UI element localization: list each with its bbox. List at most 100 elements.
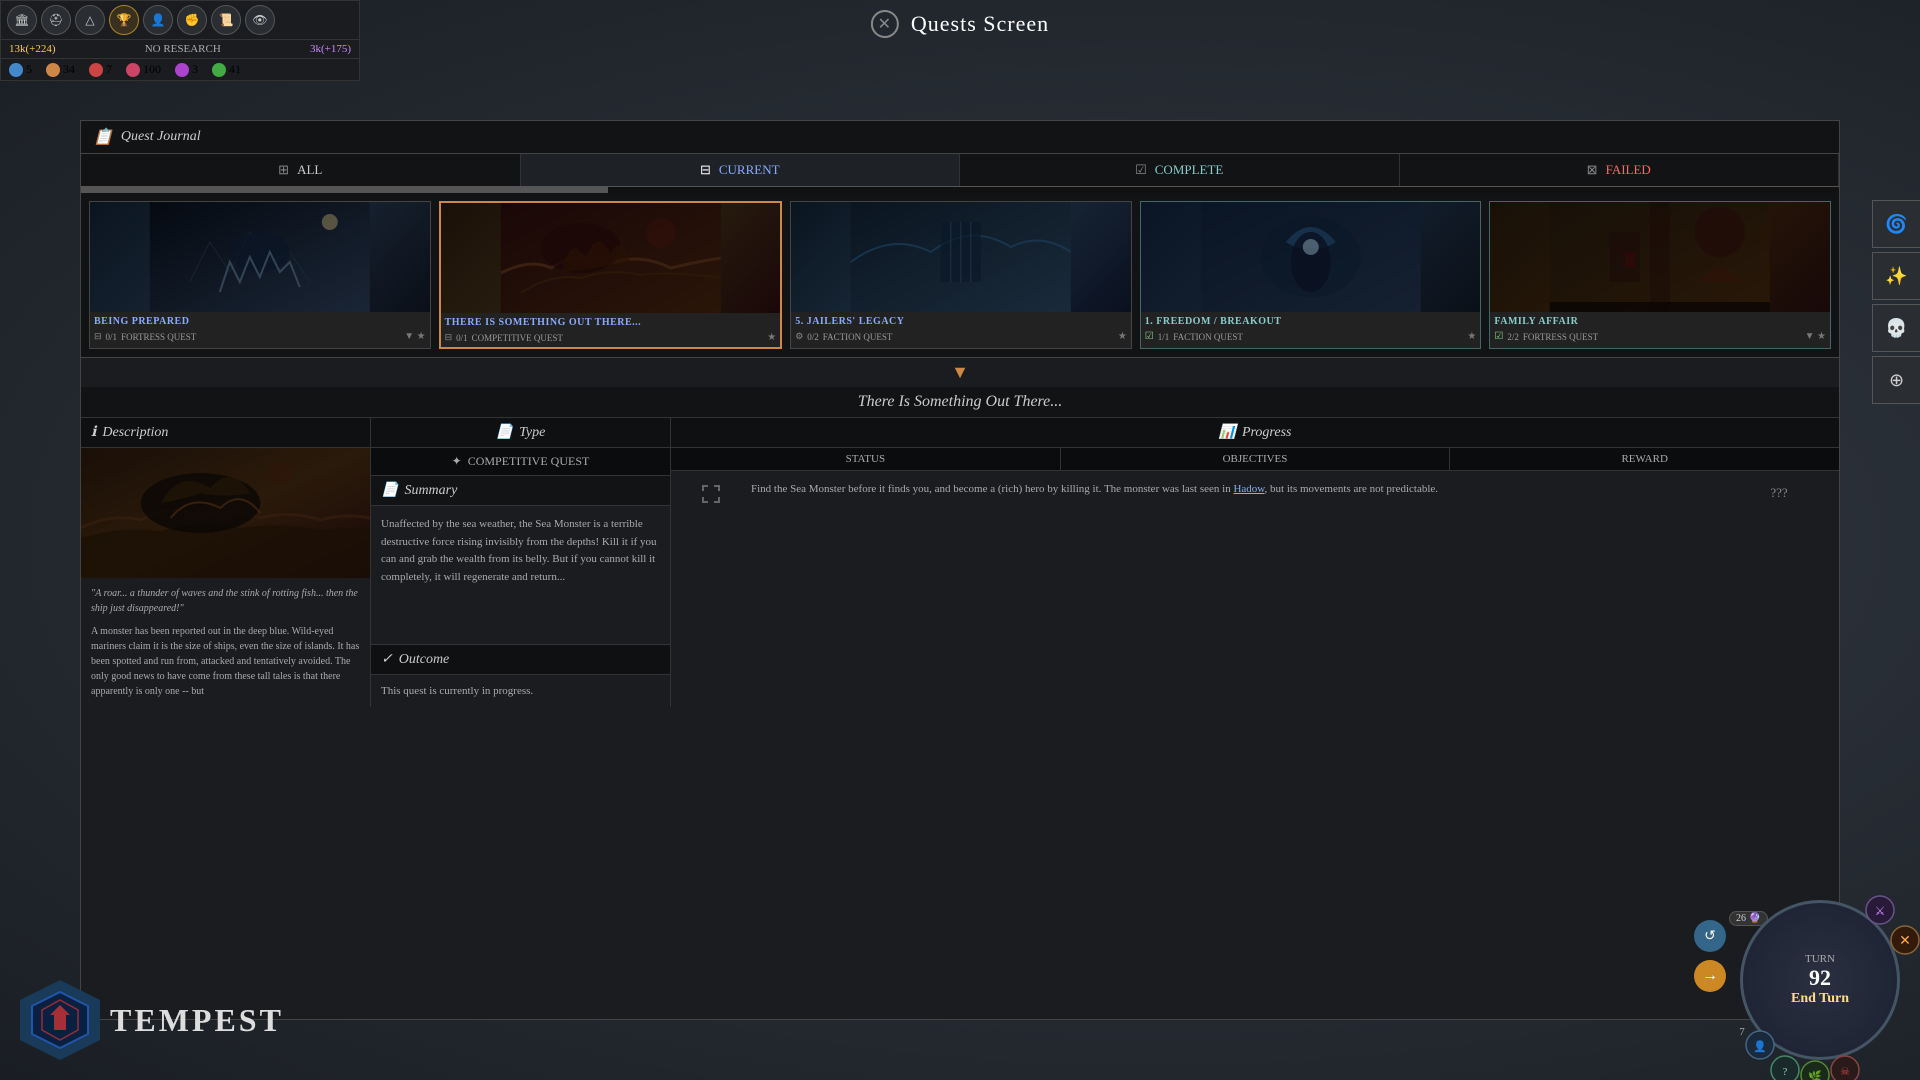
- turn-ring-svg: ⚔ ✕ 👤 ? 🌿 ☠ 7: [1690, 860, 1920, 1080]
- progress-column: 📊 Progress STATUS OBJECTIVES REWARD Find…: [671, 418, 1839, 707]
- ability-right-btn[interactable]: 🌀: [1872, 200, 1920, 248]
- quest-img-something-svg: [441, 203, 781, 313]
- hadow-link[interactable]: Hadow: [1233, 483, 1264, 495]
- family-type: FORTRESS QUEST: [1523, 332, 1598, 342]
- all-tab-icon: ⊞: [278, 162, 289, 178]
- family-check: ☑: [1494, 331, 1503, 342]
- family-progress: 2/2: [1507, 332, 1519, 342]
- tempest-hex-icon: [20, 980, 100, 1060]
- quest-img-jailers: [791, 202, 1131, 312]
- family-meta: ☑ 2/2 FORTRESS QUEST ▼ ★: [1490, 329, 1830, 346]
- something-out-there-title: THERE IS SOMETHING OUT THERE...: [441, 313, 781, 330]
- type-badge-value: COMPETITIVE QUEST: [468, 454, 590, 469]
- main-panel: 📋 Quest Journal ⊞ ALL ⊟ CURRENT ☑ COMPLE…: [80, 120, 1840, 1020]
- tab-current[interactable]: ⊟ CURRENT: [521, 154, 961, 186]
- status-cell: [681, 481, 741, 503]
- svg-text:🌿: 🌿: [1808, 1070, 1822, 1080]
- desc-body: A monster has been reported out in the d…: [91, 624, 360, 699]
- freedom-progress: 1/1: [1158, 332, 1170, 342]
- skull-right-btn[interactable]: 💀: [1872, 304, 1920, 352]
- freedom-title: 1. FREEDOM / BREAKOUT: [1141, 312, 1481, 329]
- triangle-icon-btn[interactable]: △: [75, 5, 105, 35]
- quest-img-freedom-svg: [1141, 202, 1481, 312]
- iron-icon: [126, 63, 140, 77]
- something-pin: ★: [767, 332, 776, 343]
- panel-title-bar: 📋 Quest Journal: [81, 121, 1839, 154]
- nature-icon: [212, 63, 226, 77]
- resource-wood: 34: [46, 62, 75, 77]
- scroll-indicator[interactable]: [81, 187, 1839, 193]
- eye-icon-btn[interactable]: 👁: [245, 5, 275, 35]
- progress-icon: 📊: [1219, 424, 1236, 441]
- jailers-meta: ⚙ 0/2 FACTION QUEST ★: [791, 329, 1131, 346]
- water-icon: [9, 63, 23, 77]
- person-icon-btn[interactable]: 👤: [143, 5, 173, 35]
- helmet-icon-btn[interactable]: ⛑: [41, 5, 71, 35]
- scroll-icon-btn[interactable]: 📜: [211, 5, 241, 35]
- quest-card-freedom-breakout[interactable]: 1. FREEDOM / BREAKOUT ☑ 1/1 FACTION QUES…: [1140, 201, 1482, 349]
- quest-card-jailers-legacy[interactable]: 5. JAILERS' LEGACY ⚙ 0/2 FACTION QUEST ★: [790, 201, 1132, 349]
- city-icon-btn[interactable]: 🏛: [7, 5, 37, 35]
- selection-arrow: ▼: [81, 358, 1839, 387]
- svg-text:☠: ☠: [1840, 1066, 1850, 1078]
- tab-complete[interactable]: ☑ COMPLETE: [960, 154, 1400, 186]
- tempest-title: TEMPEST: [110, 1002, 284, 1039]
- outcome-label: Outcome: [399, 652, 450, 668]
- plus-right-btn[interactable]: ⊕: [1872, 356, 1920, 404]
- fist-icon-btn[interactable]: ✊: [177, 5, 207, 35]
- quest-card-something-out-there[interactable]: THERE IS SOMETHING OUT THERE... ⊟ 0/1 CO…: [439, 201, 783, 349]
- quest-screen-title: Quests Screen: [911, 11, 1049, 37]
- type-badge-icon: ✦: [452, 454, 462, 469]
- crystal-icon: [175, 63, 189, 77]
- description-header: ℹ Description: [81, 418, 370, 448]
- quest-img-jailers-svg: [791, 202, 1131, 312]
- outcome-header: ✓ Outcome: [371, 644, 670, 675]
- current-tab-label: CURRENT: [719, 162, 780, 178]
- status-square: [702, 485, 720, 503]
- gold-stat: 13k(+224): [9, 43, 56, 55]
- outcome-text: This quest is currently in progress.: [371, 675, 670, 707]
- being-prepared-progress: 0/1: [106, 332, 118, 342]
- magic-right-btn[interactable]: ✨: [1872, 252, 1920, 300]
- resource-fire: 7: [89, 62, 112, 77]
- description-column: ℹ Description: [81, 418, 371, 707]
- resource-nature: 41: [212, 62, 241, 77]
- being-prepared-title: BEING PREPARED: [90, 312, 430, 329]
- tab-failed[interactable]: ⊠ FAILED: [1400, 154, 1840, 186]
- description-image: [81, 448, 370, 578]
- status-subheader: STATUS: [671, 448, 1061, 470]
- objective-cell: Find the Sea Monster before it finds you…: [751, 481, 1719, 503]
- freedom-pin: ★: [1467, 331, 1476, 342]
- being-prepared-type: FORTRESS QUEST: [121, 332, 196, 342]
- fire-value: 7: [106, 62, 112, 77]
- top-stats-row: 13k(+224) NO RESEARCH 3k(+175): [1, 40, 359, 59]
- top-bar: 🏛 ⛑ △ 🏆 👤 ✊ 📜 👁 13k(+224) NO RESEARCH 3k…: [0, 0, 360, 81]
- trophy-icon-btn[interactable]: 🏆: [109, 5, 139, 35]
- top-resources-row: 5 34 7 100 3 41: [1, 59, 359, 80]
- svg-text:👤: 👤: [1753, 1040, 1767, 1053]
- wood-value: 34: [63, 62, 75, 77]
- iron-value: 100: [143, 62, 161, 77]
- scroll-thumb: [81, 187, 608, 193]
- something-type: COMPETITIVE QUEST: [472, 333, 563, 343]
- quest-card-family-affair[interactable]: FAMILY AFFAIR ☑ 2/2 FORTRESS QUEST ▼ ★: [1489, 201, 1831, 349]
- freedom-type: FACTION QUEST: [1173, 332, 1243, 342]
- resource-iron: 100: [126, 62, 161, 77]
- close-button[interactable]: ✕: [871, 10, 899, 38]
- something-progress: 0/1: [456, 333, 468, 343]
- freedom-meta: ☑ 1/1 FACTION QUEST ★: [1141, 329, 1481, 346]
- objectives-subheader: OBJECTIVES: [1061, 448, 1451, 470]
- type-column: 📄 Type ✦ COMPETITIVE QUEST 📄 Summary Una…: [371, 418, 671, 707]
- type-badge: ✦ COMPETITIVE QUEST: [371, 448, 670, 476]
- being-prepared-pin: ▼ ★: [404, 331, 425, 342]
- tab-all[interactable]: ⊞ ALL: [81, 154, 521, 186]
- turn-control: → ↺ 26 🔮 TURN 92 End Turn ⚔ ✕ 👤 ? 🌿 ☠ 7: [1690, 860, 1920, 1080]
- tempest-hex-svg: [30, 990, 90, 1050]
- no-research-label: NO RESEARCH: [145, 43, 221, 55]
- summary-text: Unaffected by the sea weather, the Sea M…: [371, 506, 670, 644]
- panel-title-text: Quest Journal: [121, 129, 201, 145]
- summary-icon: 📄: [381, 482, 398, 499]
- svg-text:7: 7: [1739, 1026, 1745, 1038]
- description-label: Description: [102, 425, 168, 441]
- quest-card-being-prepared[interactable]: BEING PREPARED ⊟ 0/1 FORTRESS QUEST ▼ ★: [89, 201, 431, 349]
